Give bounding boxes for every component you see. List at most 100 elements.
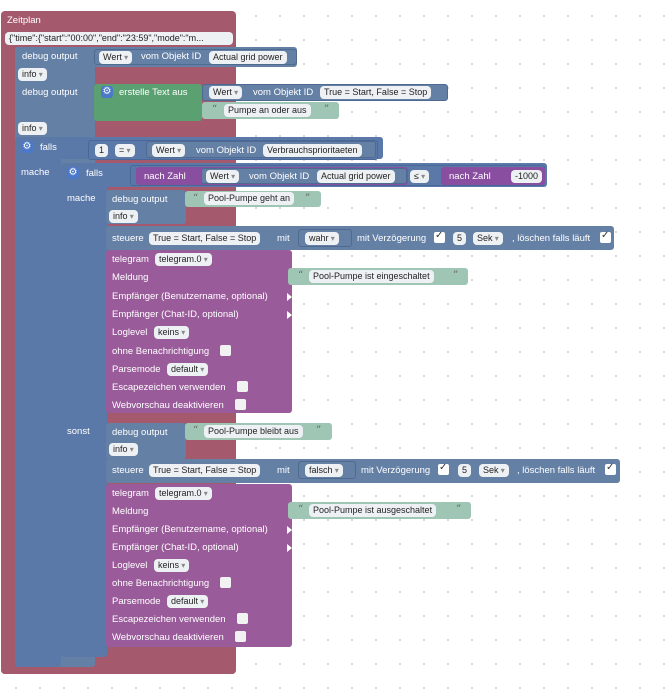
else-silent-checkbox[interactable]	[220, 577, 231, 588]
gear-icon[interactable]: ⚙	[21, 141, 33, 153]
debug2-of-object: vom Objekt ID	[253, 87, 314, 98]
debug1-of-object: vom Objekt ID	[141, 51, 202, 62]
else-recipient-chat-label: Empfänger (Chat-ID, optional)	[112, 542, 239, 553]
then-message-label: Meldung	[112, 272, 149, 283]
then-delay-checkbox[interactable]	[434, 230, 445, 243]
then-silent-label: ohne Benachrichtigung	[112, 346, 210, 357]
then-escape-checkbox[interactable]	[237, 381, 248, 392]
else-telegram-label: telegram	[112, 488, 149, 499]
else-preview-label: Webvorschau deaktivieren	[112, 632, 224, 643]
else-clear-checkbox[interactable]	[605, 462, 616, 475]
else-preview-checkbox[interactable]	[235, 631, 246, 642]
debug1-value-type[interactable]: Wert	[99, 51, 133, 64]
else-recipient-user-label: Empfänger (Benutzername, optional)	[112, 524, 268, 535]
if2-op[interactable]: ≤	[410, 170, 430, 183]
then-debug-text-field[interactable]: Pool-Pumpe geht an	[204, 192, 295, 205]
else-delay-field[interactable]: 5	[458, 464, 472, 477]
then-delay-label: mit Verzögerung	[357, 233, 427, 244]
if1-value-type[interactable]: Wert	[152, 144, 186, 157]
gear-icon[interactable]: ⚙	[101, 86, 113, 98]
else-parse[interactable]: default	[167, 595, 209, 608]
else-message-label: Meldung	[112, 506, 149, 517]
then-unit[interactable]: Sek	[473, 232, 503, 245]
debug2-level[interactable]: info	[18, 122, 47, 135]
else-debug-text-field[interactable]: Pool-Pumpe bleibt aus	[204, 425, 303, 438]
open-quote-icon: “	[298, 504, 304, 515]
then-parse[interactable]: default	[167, 363, 209, 376]
debug2-value-type[interactable]: Wert	[209, 86, 243, 99]
then-recipient-user-label: Empfänger (Benutzername, optional)	[112, 291, 268, 302]
else-escape-checkbox[interactable]	[237, 613, 248, 624]
then-control-object[interactable]: True = Start, False = Stop	[149, 232, 261, 245]
if-1-label: falls	[40, 142, 57, 153]
then-delay-field[interactable]: 5	[453, 232, 467, 245]
input-notch-icon	[287, 293, 292, 301]
close-quote-icon: ”	[456, 504, 462, 515]
else-escape-label: Escapezeichen verwenden	[112, 614, 226, 625]
input-notch-icon	[287, 544, 292, 552]
then-preview-checkbox[interactable]	[235, 399, 246, 410]
then-debug-level[interactable]: info	[109, 210, 138, 223]
else-debug-label: debug output	[112, 427, 168, 438]
gear-icon[interactable]: ⚙	[67, 167, 79, 179]
open-quote-icon: “	[193, 425, 199, 436]
compare-number-field[interactable]: 1	[95, 144, 109, 157]
to-number-label-2: nach Zahl	[449, 171, 491, 182]
else-unit[interactable]: Sek	[479, 464, 509, 477]
debug-output-1-label: debug output	[22, 51, 78, 62]
if-2-label: falls	[86, 168, 103, 179]
else-telegram-instance[interactable]: telegram.0	[155, 487, 212, 500]
if-1-do-label: mache	[21, 167, 50, 178]
close-quote-icon: ”	[316, 425, 322, 436]
then-recipient-chat-label: Empfänger (Chat-ID, optional)	[112, 309, 239, 320]
else-loglevel[interactable]: keins	[154, 559, 190, 572]
if-2-body	[61, 163, 107, 657]
then-clear-label: , löschen falls läuft	[512, 233, 591, 244]
threshold-field[interactable]: -1000	[511, 170, 543, 183]
if2-of-object: vom Objekt ID	[249, 171, 310, 182]
input-notch-icon	[287, 311, 292, 319]
if-2-do-label: mache	[67, 193, 96, 204]
compare-op[interactable]: =	[115, 144, 135, 157]
debug2-object-field[interactable]: True = Start, False = Stop	[320, 86, 432, 99]
then-telegram-label: telegram	[112, 254, 149, 265]
else-loglevel-label: Loglevel	[112, 560, 148, 571]
input-notch-icon	[287, 526, 292, 534]
else-debug-level[interactable]: info	[109, 443, 138, 456]
debug2-text-field[interactable]: Pumpe an oder aus	[224, 104, 311, 117]
open-quote-icon: “	[193, 193, 199, 204]
then-silent-checkbox[interactable]	[220, 345, 231, 356]
then-value-field[interactable]: wahr	[305, 232, 339, 245]
else-clear-label: , löschen falls läuft	[517, 465, 596, 476]
else-delay-checkbox[interactable]	[438, 462, 449, 475]
close-quote-icon: ”	[453, 270, 459, 281]
to-number-label-1: nach Zahl	[144, 171, 186, 182]
if-2-else-label: sonst	[67, 426, 90, 437]
then-telegram-instance[interactable]: telegram.0	[155, 253, 212, 266]
if2-value-type[interactable]: Wert	[206, 170, 240, 183]
open-quote-icon: “	[298, 270, 304, 281]
else-with-label: mit	[277, 465, 290, 476]
then-with-label: mit	[277, 233, 290, 244]
close-quote-icon: ”	[324, 104, 330, 115]
schedule-title: Zeitplan	[7, 15, 41, 26]
if-1-body	[15, 137, 61, 667]
then-loglevel[interactable]: keins	[154, 326, 190, 339]
else-message-field[interactable]: Pool-Pumpe ist ausgeschaltet	[309, 504, 437, 517]
else-delay-label: mit Verzögerung	[361, 465, 431, 476]
else-parse-label: Parsemode	[112, 596, 161, 607]
then-preview-label: Webvorschau deaktivieren	[112, 400, 224, 411]
else-control-label: steuere	[112, 465, 144, 476]
if1-object-field[interactable]: Verbrauchsprioritaeten	[263, 144, 362, 157]
if2-object-field[interactable]: Actual grid power	[317, 170, 395, 183]
else-control-object[interactable]: True = Start, False = Stop	[149, 464, 261, 477]
debug1-object-field[interactable]: Actual grid power	[209, 51, 287, 64]
else-silent-label: ohne Benachrichtigung	[112, 578, 210, 589]
open-quote-icon: “	[212, 104, 218, 115]
schedule-spec-field[interactable]: {"time":{"start":"00:00","end":"23:59","…	[5, 32, 233, 45]
then-clear-checkbox[interactable]	[600, 230, 611, 243]
then-message-field[interactable]: Pool-Pumpe ist eingeschaltet	[309, 270, 434, 283]
else-value-field[interactable]: falsch	[305, 464, 343, 477]
then-debug-label: debug output	[112, 194, 168, 205]
debug1-level[interactable]: info	[18, 68, 47, 81]
